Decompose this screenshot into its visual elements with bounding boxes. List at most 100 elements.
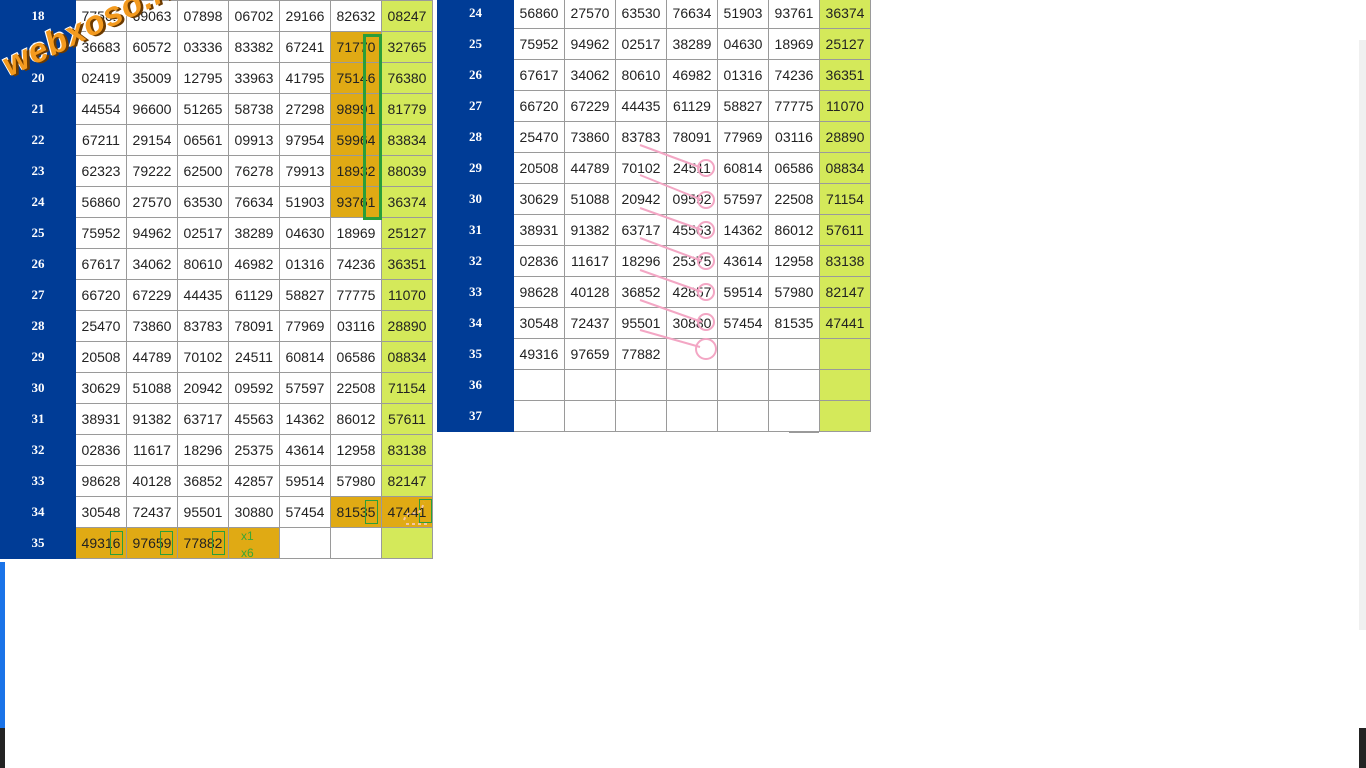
result-cell: 93761 [768,0,820,29]
result-cell: 58827 [279,279,331,311]
result-cell: 06586 [768,152,820,184]
special-prize-cell: 88039 [381,155,433,187]
result-cell: 02517 [615,28,667,60]
result-cell: 12958 [330,434,382,466]
row-index: 32 [0,434,76,466]
result-cell: 22508 [768,183,820,215]
result-cell: 94962 [564,28,616,60]
result-cell: 34062 [564,59,616,91]
table-row: 26 67617 34062 80610 46982 01316 74236 36351 [437,59,871,91]
result-cell: 51265 [177,93,229,125]
result-cell: 97954 [279,124,331,156]
result-cell: 82632 [330,0,382,32]
special-prize-cell: 08834 [819,152,871,184]
result-cell: 11617 [564,245,616,277]
result-cell: 72437 [126,496,178,528]
result-cell: 38289 [228,217,280,249]
result-cell: 20942 [177,372,229,404]
result-cell: 20508 [513,152,565,184]
left-edge-taskbar [0,728,5,768]
result-cell: 06586 [330,341,382,373]
result-cell: 67241 [279,31,331,63]
result-cell: 27298 [279,93,331,125]
special-prize-cell: 71154 [381,372,433,404]
row-index: 22 [0,124,76,156]
result-cell: 76278 [228,155,280,187]
row-index: 25 [437,28,514,60]
result-cell: 57454 [279,496,331,528]
special-prize-cell: 08247 [381,0,433,32]
result-cell: 57980 [330,465,382,497]
result-cell: 91382 [564,214,616,246]
result-cell: 51903 [279,186,331,218]
result-cell: 63717 [177,403,229,435]
result-cell: 41795 [279,62,331,94]
special-prize-cell [819,338,871,370]
result-cell: 09592 [228,372,280,404]
result-cell: 45563 [228,403,280,435]
digit-marker-box [110,531,123,555]
scrollbar-track[interactable] [1359,40,1366,630]
result-cell: 72437 [564,307,616,339]
result-cell: 12958 [768,245,820,277]
special-prize-cell: 32765 [381,31,433,63]
result-cell: 67229 [126,279,178,311]
result-cell: 30880 [228,496,280,528]
result-cell: 03116 [330,310,382,342]
special-prize-cell: 83138 [819,245,871,277]
result-cell: 80610 [615,59,667,91]
result-cell: 61129 [666,90,718,122]
result-cell: 67211 [75,124,127,156]
result-cell: 20508 [75,341,127,373]
table-row: 36 [437,369,871,401]
result-cell: 01316 [717,59,769,91]
result-cell: 74236 [768,59,820,91]
column-highlight-box [363,34,382,220]
row-index: 35 [437,338,514,370]
table-row: 26 67617 34062 80610 46982 01316 74236 36351 [0,248,433,280]
result-cell: 04630 [279,217,331,249]
multiplier-note: x1 x6 [241,528,254,562]
multiplier-x6: x6 [241,546,254,560]
result-cell: 73860 [564,121,616,153]
result-cell [564,400,616,432]
result-cell: 44435 [177,279,229,311]
special-prize-cell: 36351 [819,59,871,91]
result-cell: 75952 [513,28,565,60]
result-cell [717,400,769,432]
result-cell: 67617 [75,248,127,280]
result-cell: 38931 [75,403,127,435]
row-index: 35 [0,527,76,559]
result-cell: 70102 [177,341,229,373]
result-cell: 60572 [126,31,178,63]
special-prize-cell [819,369,871,401]
result-cell: 11617 [126,434,178,466]
special-prize-cell: 57611 [381,403,433,435]
result-cell: 61129 [228,279,280,311]
result-cell: 83783 [177,310,229,342]
result-cell [666,369,718,401]
table-row: 29 20508 44789 70102 24511 60814 06586 08834 [0,341,433,373]
result-cell: 57597 [279,372,331,404]
row-index: 30 [437,183,514,215]
result-cell: 46982 [666,59,718,91]
result-cell: 91382 [126,403,178,435]
result-cell: 02517 [177,217,229,249]
special-prize-cell: 25127 [819,28,871,60]
special-prize-cell: 76380 [381,62,433,94]
result-cell: 77775 [330,279,382,311]
result-cell: 01316 [279,248,331,280]
result-cell: 14362 [279,403,331,435]
result-cell: 35009 [126,62,178,94]
table-row: 32 02836 11617 18296 25375 43614 12958 83138 [0,434,433,466]
row-index: 34 [0,496,76,528]
row-index: 28 [437,121,514,153]
special-prize-cell: 08834 [381,341,433,373]
result-cell [330,527,382,559]
result-cell: 25375 [228,434,280,466]
result-cell: 79222 [126,155,178,187]
result-cell: 09913 [228,124,280,156]
row-index: 29 [437,152,514,184]
result-cell: 04630 [717,28,769,60]
special-prize-cell: 28890 [819,121,871,153]
